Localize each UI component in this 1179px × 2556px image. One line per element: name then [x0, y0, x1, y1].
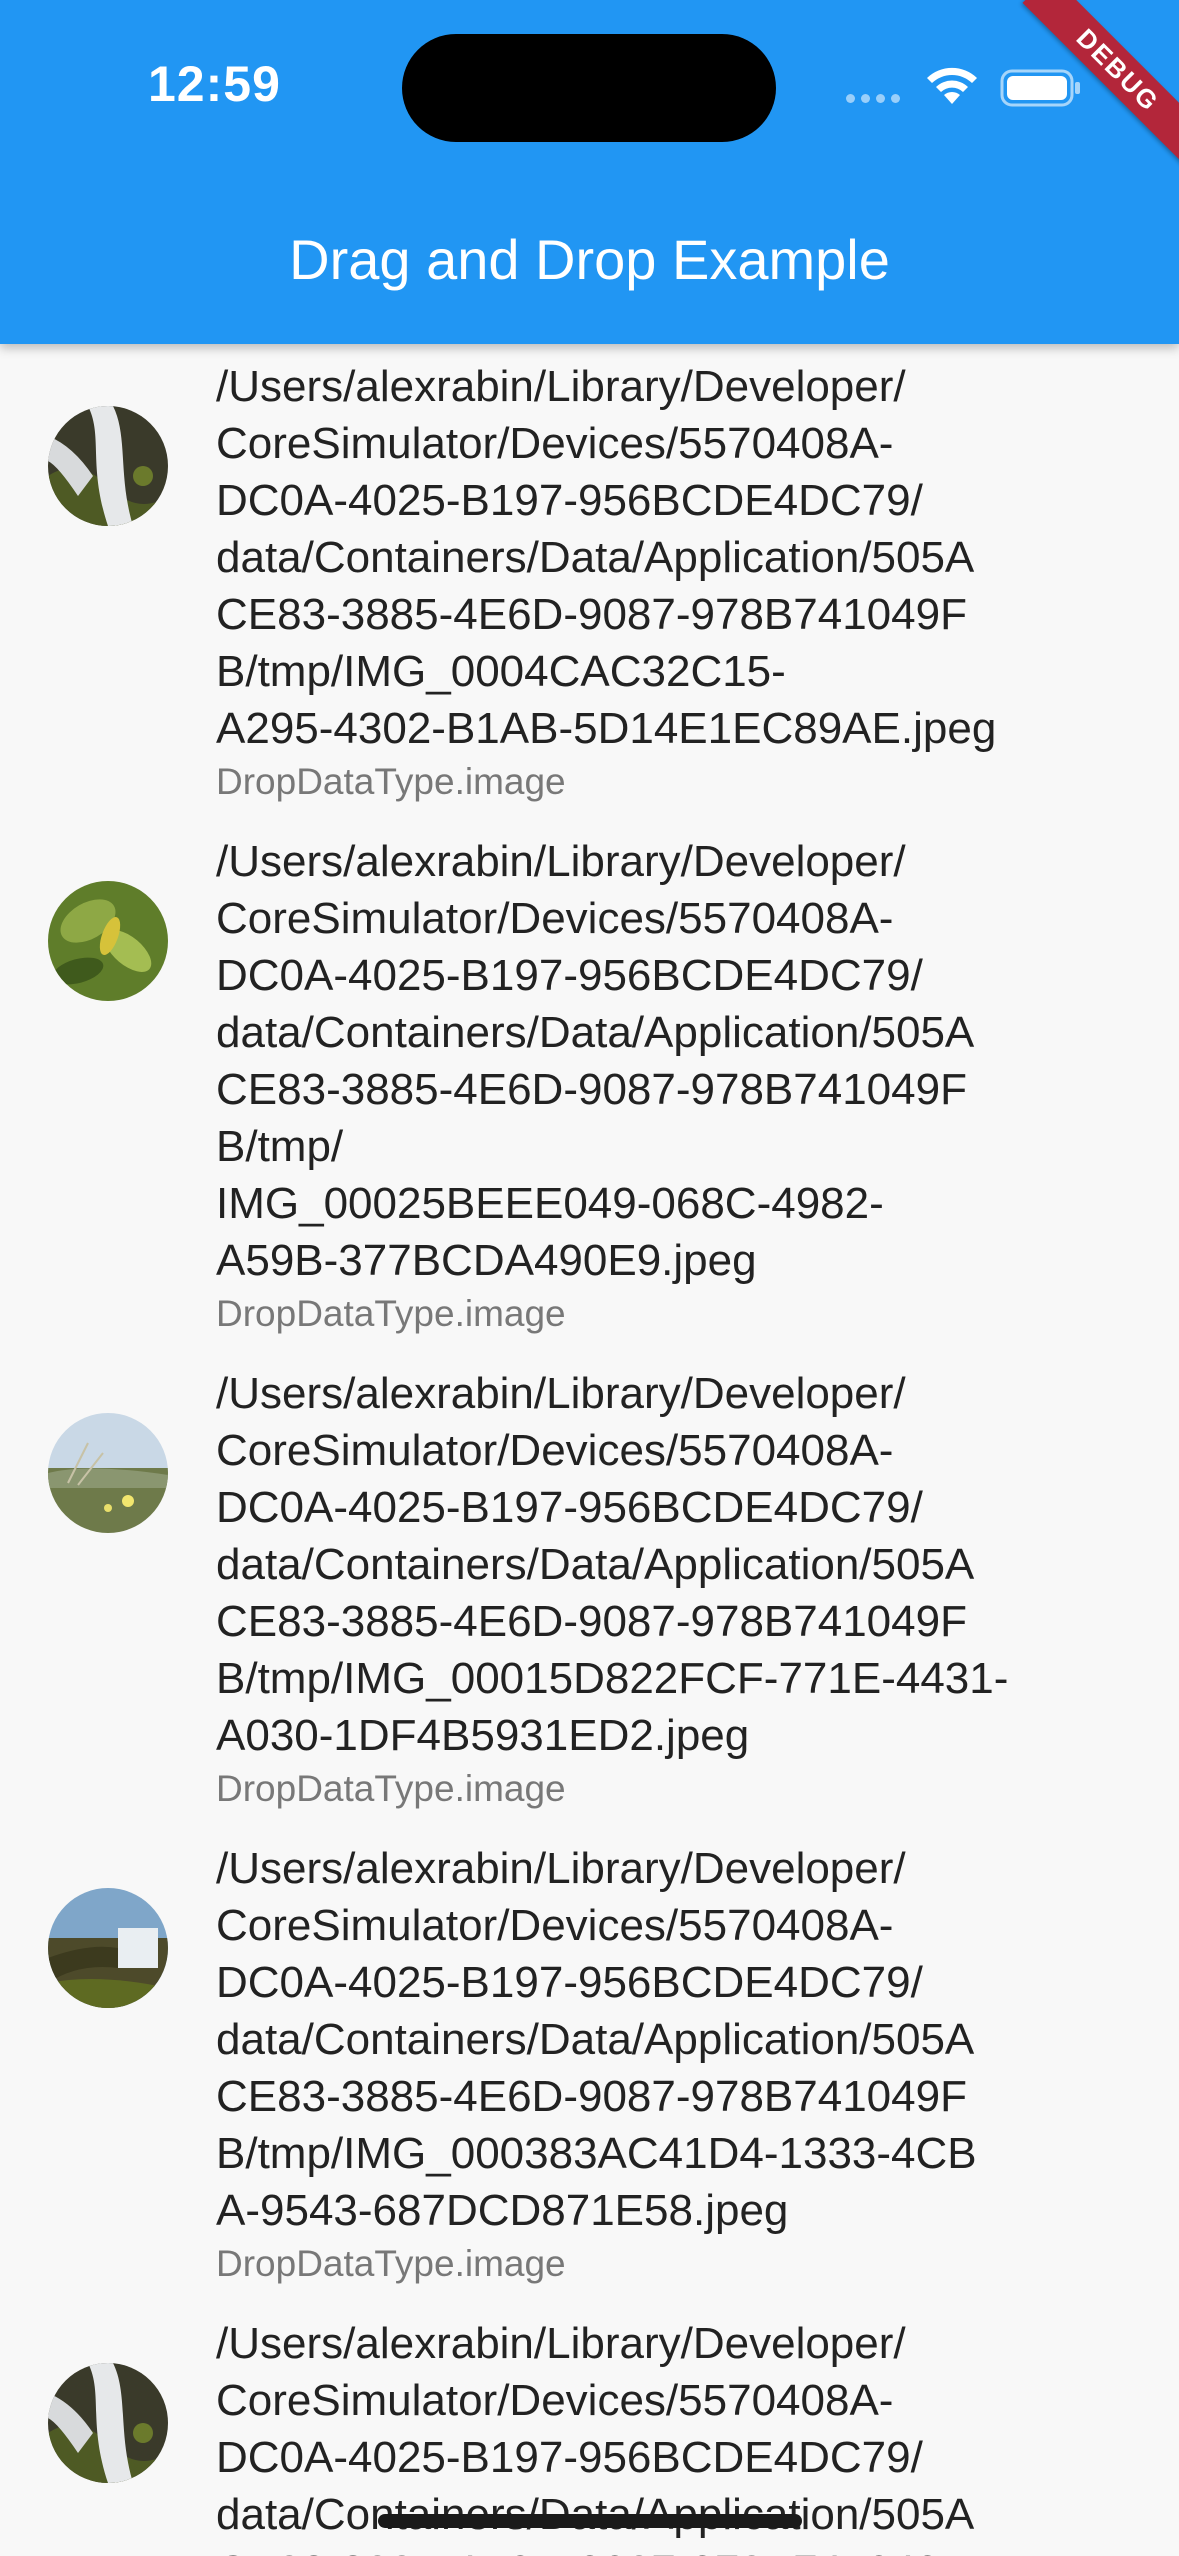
app-bar: 12:59 Drag and Drop Example [0, 0, 1179, 344]
list-item[interactable]: /Users/alexrabin/Library/Developer/ Core… [0, 1351, 1179, 1826]
file-path: /Users/alexrabin/Library/Developer/ Core… [216, 362, 997, 753]
dropped-items-list[interactable]: /Users/alexrabin/Library/Developer/ Core… [0, 344, 1179, 2556]
battery-icon [1000, 69, 1080, 107]
app-screen: 12:59 Drag and Drop Example DEBUG /Users… [0, 0, 1179, 2556]
file-path: /Users/alexrabin/Library/Developer/ Core… [216, 1369, 1009, 1760]
leaves-thumbnail [48, 881, 168, 1001]
waterfall-thumbnail [48, 406, 168, 526]
list-item[interactable]: /Users/alexrabin/Library/Developer/ Core… [0, 1826, 1179, 2301]
page-title: Drag and Drop Example [289, 228, 890, 291]
drop-data-type: DropDataType.image [216, 2243, 566, 2284]
waterfall-landscape-thumbnail [48, 1888, 168, 2008]
status-time: 12:59 [148, 56, 281, 112]
drop-data-type: DropDataType.image [216, 761, 566, 802]
list-item[interactable]: /Users/alexrabin/Library/Developer/ Core… [0, 819, 1179, 1351]
list-item[interactable]: /Users/alexrabin/Library/Developer/ Core… [0, 344, 1179, 819]
meadow-thumbnail [48, 1413, 168, 1533]
wifi-icon [927, 67, 977, 104]
waterfall-thumbnail [48, 2363, 168, 2483]
drop-data-type: DropDataType.image [216, 1768, 566, 1809]
drop-data-type: DropDataType.image [216, 1293, 566, 1334]
dynamic-island [402, 34, 776, 142]
file-path: /Users/alexrabin/Library/Developer/ Core… [216, 837, 975, 1285]
file-path: /Users/alexrabin/Library/Developer/ Core… [216, 1844, 977, 2235]
cellular-signal-icon [846, 94, 900, 103]
home-indicator[interactable] [378, 2514, 802, 2528]
